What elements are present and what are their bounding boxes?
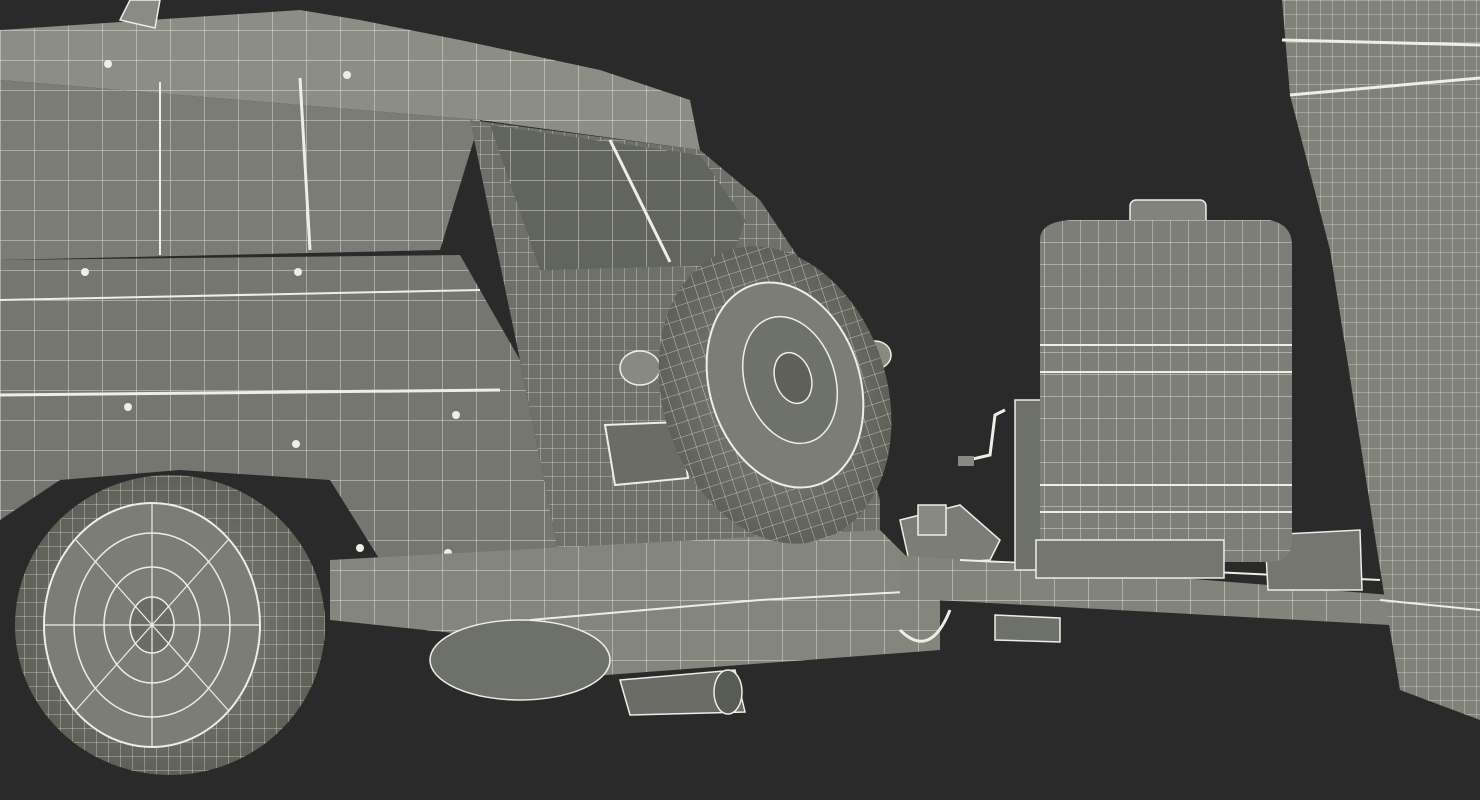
render-canvas: [0, 0, 1480, 775]
water-tank: [1035, 199, 1292, 579]
tail-light-left: [619, 350, 661, 386]
wireframe-render-scene: [0, 0, 1480, 800]
jack-foot: [994, 614, 1061, 643]
rear-wheel: [15, 475, 325, 775]
far-wheel: [429, 619, 611, 701]
